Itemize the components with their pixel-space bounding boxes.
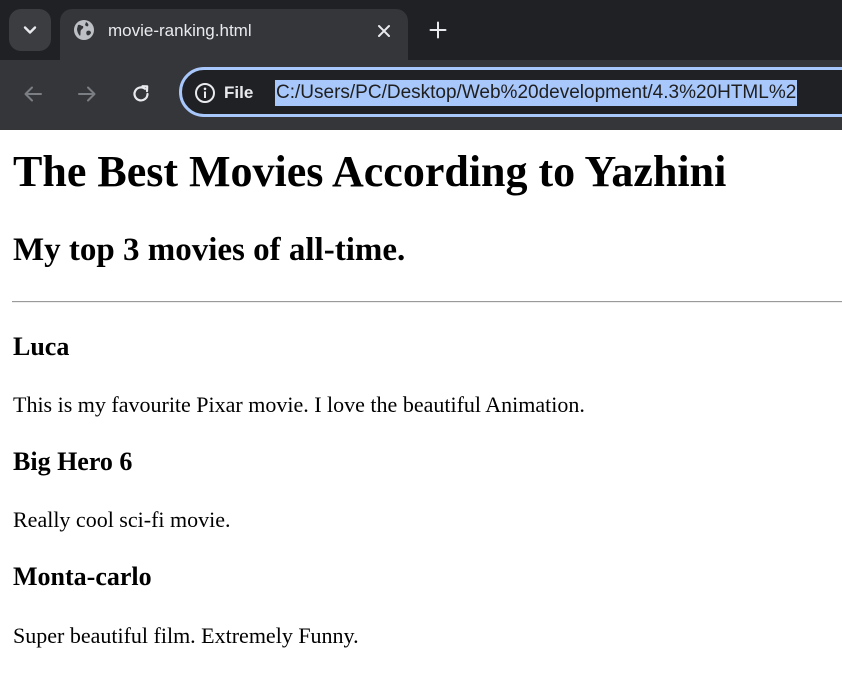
new-tab-button[interactable] [424, 16, 452, 44]
info-icon [195, 83, 215, 103]
close-icon [378, 25, 390, 37]
chevron-down-icon [23, 26, 37, 34]
arrow-left-icon [24, 86, 42, 102]
site-info-button[interactable]: File [194, 81, 253, 105]
movie-description: Really cool sci-fi movie. [13, 507, 231, 532]
site-info-label: File [224, 83, 254, 102]
movie-title: Monta-carlo [13, 562, 152, 591]
tab-search-button[interactable] [9, 9, 51, 51]
page-title: The Best Movies According to Yazhini [13, 147, 727, 196]
arrow-right-icon [78, 86, 96, 102]
plus-icon [429, 21, 447, 39]
reload-icon [133, 85, 149, 102]
browser-tab-strip: movie-ranking.html [0, 0, 842, 60]
forward-button[interactable] [73, 80, 101, 108]
url-text[interactable]: C:/Users/PC/Desktop/Web%20development/4.… [275, 80, 798, 106]
globe-icon [74, 20, 94, 40]
divider [12, 301, 842, 303]
tab-close-button[interactable] [372, 19, 396, 43]
reload-button[interactable] [127, 80, 155, 108]
movie-title: Luca [13, 332, 70, 361]
active-tab[interactable]: movie-ranking.html [60, 9, 408, 60]
tab-title: movie-ranking.html [108, 21, 252, 40]
page-subtitle: My top 3 movies of all-time. [13, 232, 406, 268]
page-content: The Best Movies According to Yazhini My … [0, 130, 842, 683]
address-bar[interactable]: File C:/Users/PC/Desktop/Web%20developme… [179, 67, 842, 117]
movie-description: Super beautiful film. Extremely Funny. [13, 623, 359, 648]
browser-toolbar: File C:/Users/PC/Desktop/Web%20developme… [0, 60, 842, 130]
back-button[interactable] [19, 80, 47, 108]
movie-title: Big Hero 6 [13, 447, 133, 476]
movie-description: This is my favourite Pixar movie. I love… [13, 392, 585, 417]
